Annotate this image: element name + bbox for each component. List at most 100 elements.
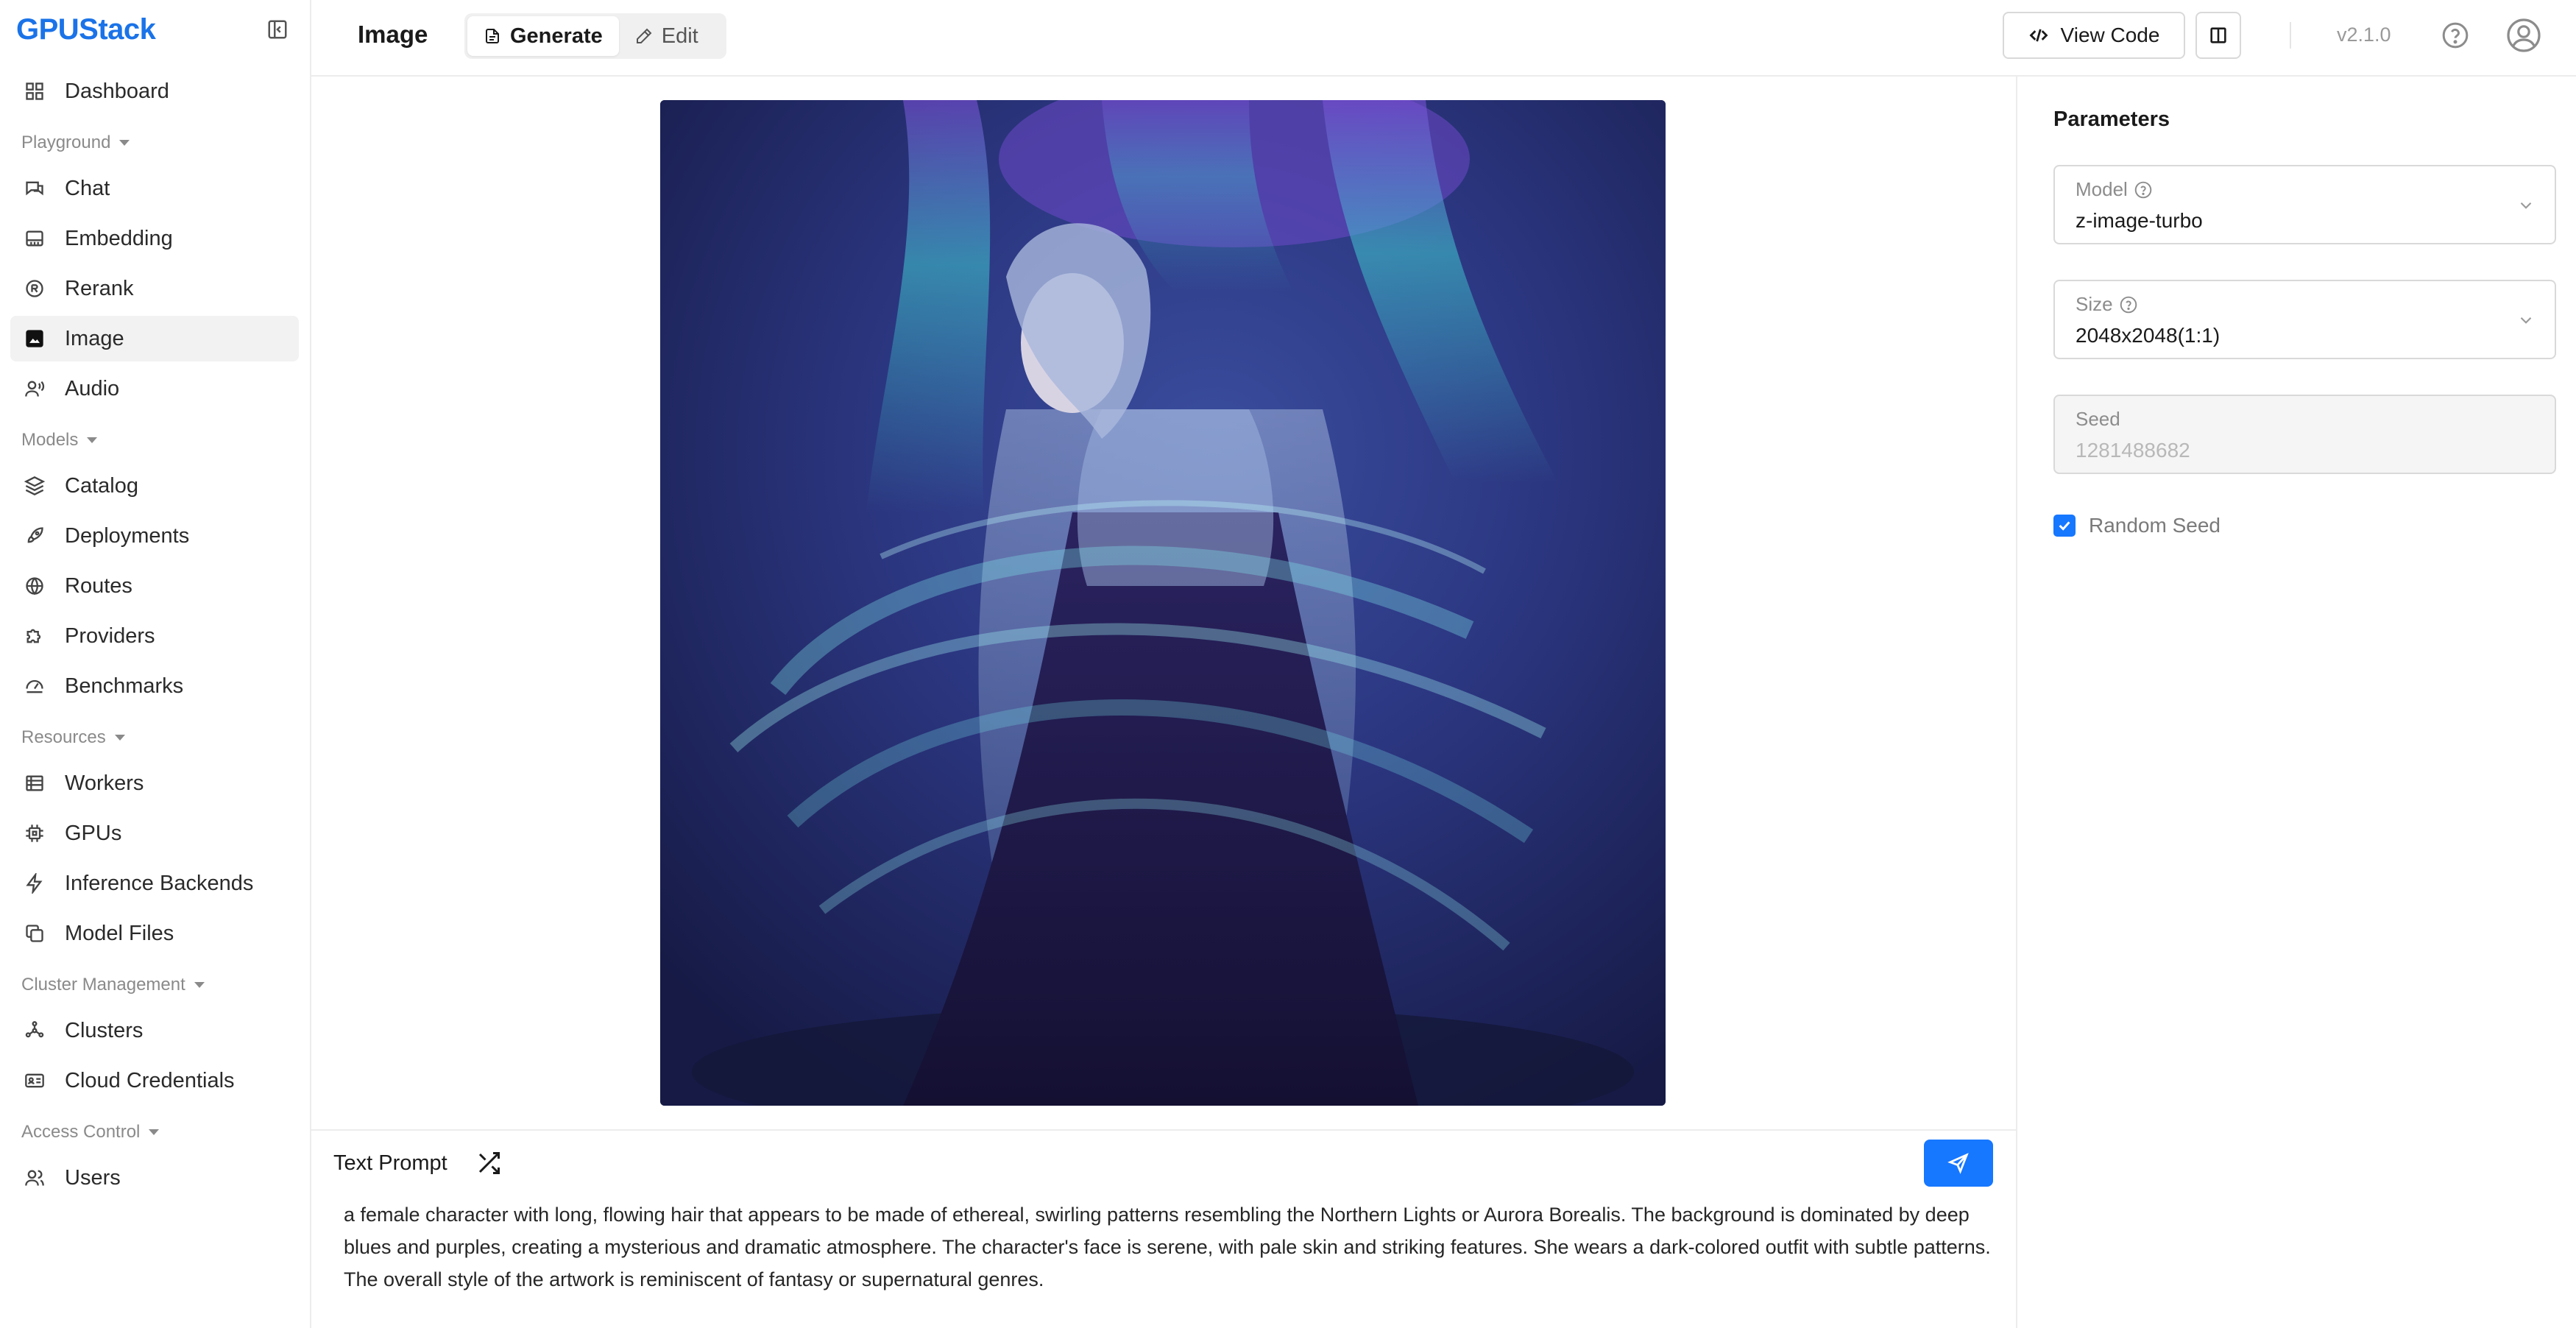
caret-down-icon [149,1129,160,1135]
model-select[interactable]: Model z-image-turbo [2053,165,2556,244]
view-code-button[interactable]: View Code [2003,12,2185,59]
view-code-label: View Code [2060,24,2160,46]
id-card-icon [24,1070,46,1092]
sidebar-item-label: Workers [65,771,144,795]
sidebar-item-model-files[interactable]: Model Files [10,911,299,956]
puzzle-icon [24,625,46,647]
sidebar-item-label: Rerank [65,276,134,300]
sidebar-item-embedding[interactable]: Embedding [10,216,299,261]
checkbox-checked-icon[interactable] [2053,515,2076,537]
sidebar-item-label: Inference Backends [65,871,254,895]
sidebar-item-audio[interactable]: Audio [10,366,299,412]
sidebar-item-cloud-credentials[interactable]: Cloud Credentials [10,1058,299,1103]
user-avatar-icon[interactable] [2506,18,2541,53]
send-button[interactable] [1924,1140,1993,1187]
send-icon [1947,1153,1969,1174]
embedding-icon [24,227,46,250]
sidebar-item-clusters[interactable]: Clusters [10,1008,299,1053]
sidebar-item-dashboard[interactable]: Dashboard [10,68,299,114]
users-icon [24,1167,46,1189]
sidebar-item-rerank[interactable]: Rerank [10,266,299,311]
sidebar-item-inference-backends[interactable]: Inference Backends [10,861,299,906]
layers-icon [24,475,46,497]
prompt-textarea[interactable]: a female character with long, flowing ha… [344,1198,1992,1296]
section-playground[interactable]: Playground [21,128,130,158]
section-cluster-management[interactable]: Cluster Management [21,970,205,1000]
sidebar-item-label: Model Files [65,921,174,945]
sidebar-item-image[interactable]: Image [10,316,299,361]
tab-generate[interactable]: Generate [467,16,619,56]
sidebar-item-label: Deployments [65,523,190,548]
sidebar-item-users[interactable]: Users [10,1155,299,1201]
page-title: Image [358,21,428,48]
tab-label: Edit [661,24,698,48]
image-icon [24,328,46,350]
random-seed-checkbox[interactable]: Random Seed [2053,514,2221,537]
chat-icon [24,177,46,199]
sidebar-item-chat[interactable]: Chat [10,166,299,211]
split-panel-icon [2210,27,2226,43]
prompt-area: Text Prompt a female character with long… [311,1129,2016,1328]
section-resources[interactable]: Resources [21,723,125,752]
tab-edit[interactable]: Edit [619,16,715,56]
rerank-icon [24,278,46,300]
sidebar-item-label: Audio [65,376,120,400]
caret-down-icon [194,982,205,988]
sidebar-item-label: Users [65,1165,121,1190]
section-label: Cluster Management [21,975,185,995]
chevron-down-icon [2520,317,2532,324]
sidebar-item-label: Image [65,326,124,350]
prompt-label: Text Prompt [333,1151,447,1175]
caret-down-icon [87,437,98,443]
files-icon [24,922,46,944]
info-icon[interactable] [2119,295,2138,314]
file-icon [486,29,499,43]
gpustack-logo[interactable]: GPUStack [16,13,156,46]
field-label-text: Seed [2076,408,2120,430]
chip-icon [24,822,46,844]
help-icon[interactable] [2441,21,2470,50]
mode-tabs: Generate Edit [464,13,726,59]
audio-icon [24,378,46,400]
sidebar-item-routes[interactable]: Routes [10,563,299,609]
sidebar-item-benchmarks[interactable]: Benchmarks [10,663,299,709]
cluster-icon [24,1020,46,1042]
sidebar-item-label: Clusters [65,1018,144,1042]
sidebar-item-label: GPUs [65,821,122,845]
info-icon[interactable] [2134,180,2153,199]
caret-down-icon [119,140,130,146]
code-icon [2029,29,2048,42]
section-label: Resources [21,727,106,747]
collapse-sidebar-button[interactable] [265,18,290,41]
seed-value: 1281488682 [2076,439,2190,462]
section-label: Models [21,430,79,450]
section-label: Access Control [21,1122,141,1142]
gauge-icon [24,675,46,697]
sidebar-item-label: Benchmarks [65,674,184,698]
toggle-panel-button[interactable] [2195,12,2241,59]
size-select[interactable]: Size 2048x2048(1:1) [2053,280,2556,359]
globe-icon [24,575,46,597]
generated-image-artwork [660,100,1666,1106]
sidebar-item-deployments[interactable]: Deployments [10,513,299,559]
pen-icon [636,28,652,43]
sidebar-item-providers[interactable]: Providers [10,613,299,659]
generated-image[interactable] [660,100,1666,1106]
section-models[interactable]: Models [21,425,98,455]
parameters-panel: Parameters Model z-image-turbo Size 2048… [2016,77,2576,1328]
sidebar-item-gpus[interactable]: GPUs [10,810,299,856]
field-label-text: Size [2076,293,2113,315]
sidebar-item-workers[interactable]: Workers [10,760,299,806]
main-area: Text Prompt a female character with long… [311,77,2016,1328]
sidebar-item-label: Chat [65,176,110,200]
shuffle-icon[interactable] [475,1150,502,1176]
sidebar-item-label: Providers [65,624,155,648]
section-access-control[interactable]: Access Control [21,1117,160,1147]
seed-input[interactable]: Seed 1281488682 [2053,395,2556,474]
chevron-down-icon [2520,202,2532,209]
sidebar-item-catalog[interactable]: Catalog [10,463,299,509]
parameters-title: Parameters [2053,107,2170,131]
size-field-label: Size [2076,293,2138,316]
version-label: v2.1.0 [2337,24,2391,46]
sidebar: GPUStack Dashboard Playground Chat Embed… [0,0,311,1328]
